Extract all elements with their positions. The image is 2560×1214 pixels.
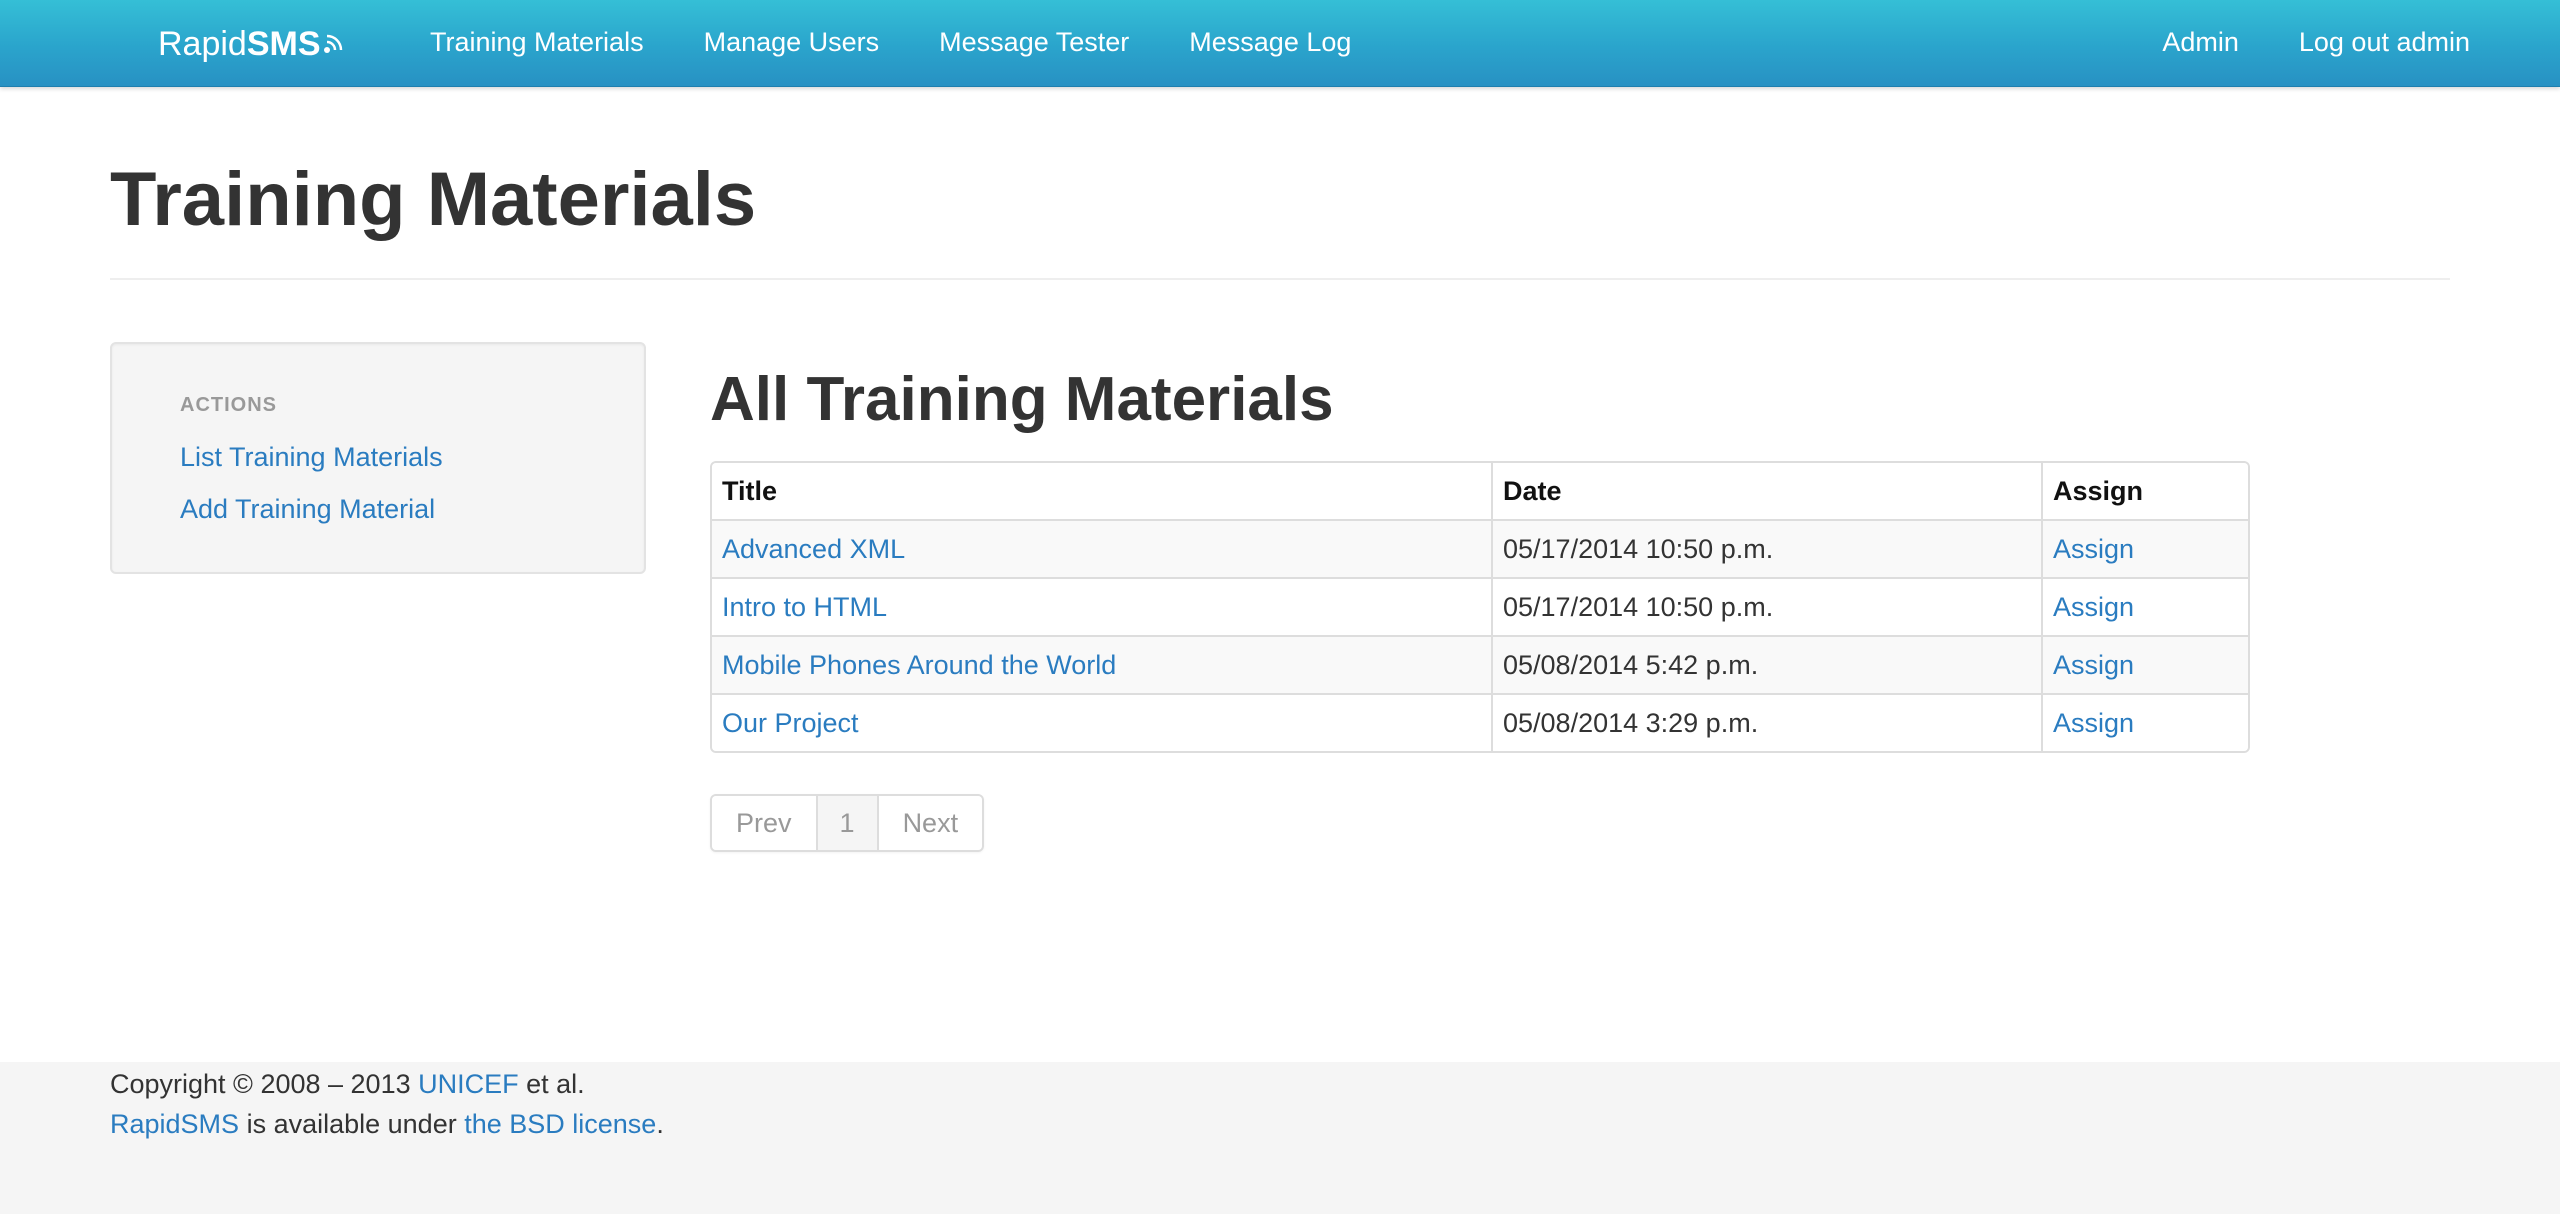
brand-logo[interactable]: Rapid SMS bbox=[158, 22, 345, 66]
top-navbar: Rapid SMS Training Materials Manage Users… bbox=[0, 0, 2560, 87]
footer-et-al-text: et al. bbox=[518, 1069, 585, 1099]
table-row: Our Project 05/08/2014 3:29 p.m. Assign bbox=[712, 693, 2248, 751]
brand-logo-light-text: Rapid bbox=[158, 25, 247, 63]
assign-link[interactable]: Assign bbox=[2053, 708, 2134, 738]
table-cell-date: 05/17/2014 10:50 p.m. bbox=[1491, 519, 2042, 578]
material-title-link[interactable]: Our Project bbox=[722, 708, 859, 738]
table-row: Advanced XML 05/17/2014 10:50 p.m. Assig… bbox=[712, 519, 2248, 578]
pagination-prev-button[interactable]: Prev bbox=[712, 796, 816, 850]
footer-copyright-line: Copyright © 2008 – 2013 UNICEF et al. bbox=[110, 1066, 585, 1102]
material-title-link[interactable]: Mobile Phones Around the World bbox=[722, 650, 1116, 680]
footer-license-text: is available under bbox=[239, 1109, 465, 1139]
assign-link[interactable]: Assign bbox=[2053, 650, 2134, 680]
column-header-title: Title bbox=[712, 463, 1492, 520]
pagination: Prev 1 Next bbox=[710, 794, 985, 852]
table-row: Mobile Phones Around the World 05/08/201… bbox=[712, 635, 2248, 694]
table-cell-date: 05/08/2014 5:42 p.m. bbox=[1491, 635, 2042, 694]
materials-table: Title Date Assign Advanced XML 05/17/201… bbox=[712, 463, 2248, 751]
section-title: All Training Materials bbox=[710, 365, 1334, 434]
actions-sidebar: ACTIONS List Training Materials Add Trai… bbox=[110, 342, 646, 574]
table-cell-date: 05/08/2014 3:29 p.m. bbox=[1491, 693, 2042, 751]
assign-link[interactable]: Assign bbox=[2053, 592, 2134, 622]
pagination-next-button[interactable]: Next bbox=[876, 796, 983, 850]
header-divider bbox=[110, 278, 2450, 280]
pagination-current-page[interactable]: 1 bbox=[815, 796, 877, 850]
table-cell-assign: Assign bbox=[2041, 577, 2248, 636]
signal-waves-icon bbox=[323, 34, 342, 53]
table-cell-date: 05/17/2014 10:50 p.m. bbox=[1491, 577, 2042, 636]
brand-logo-bold-text: SMS bbox=[246, 25, 321, 63]
table-cell-title: Our Project bbox=[712, 693, 1492, 751]
table-cell-title: Mobile Phones Around the World bbox=[712, 635, 1492, 694]
nav-message-tester[interactable]: Message Tester bbox=[909, 0, 1159, 84]
footer-copyright-text: Copyright © 2008 – 2013 bbox=[110, 1069, 419, 1099]
nav-message-log[interactable]: Message Log bbox=[1159, 0, 1381, 84]
main-nav: Training Materials Manage Users Message … bbox=[400, 0, 1381, 84]
table-cell-title: Advanced XML bbox=[712, 519, 1492, 578]
footer-bsd-license-link[interactable]: the BSD license bbox=[464, 1109, 656, 1139]
material-title-link[interactable]: Advanced XML bbox=[722, 534, 905, 564]
table-cell-title: Intro to HTML bbox=[712, 577, 1492, 636]
nav-admin[interactable]: Admin bbox=[2132, 0, 2269, 84]
page-title: Training Materials bbox=[110, 157, 757, 242]
materials-table-container: Title Date Assign Advanced XML 05/17/201… bbox=[710, 461, 2250, 753]
table-row: Intro to HTML 05/17/2014 10:50 p.m. Assi… bbox=[712, 577, 2248, 636]
table-cell-assign: Assign bbox=[2041, 693, 2248, 751]
column-header-assign: Assign bbox=[2041, 463, 2248, 520]
nav-logout[interactable]: Log out admin bbox=[2269, 0, 2500, 84]
material-title-link[interactable]: Intro to HTML bbox=[722, 592, 887, 622]
table-cell-assign: Assign bbox=[2041, 519, 2248, 578]
footer-unicef-link[interactable]: UNICEF bbox=[418, 1069, 519, 1099]
assign-link[interactable]: Assign bbox=[2053, 534, 2134, 564]
nav-training-materials[interactable]: Training Materials bbox=[400, 0, 674, 84]
footer-rapidsms-link[interactable]: RapidSMS bbox=[110, 1109, 239, 1139]
footer-license-line: RapidSMS is available under the BSD lice… bbox=[110, 1106, 664, 1142]
sidebar-link-list-training-materials[interactable]: List Training Materials bbox=[180, 442, 443, 473]
column-header-date: Date bbox=[1491, 463, 2042, 520]
sidebar-header: ACTIONS bbox=[180, 394, 277, 416]
user-nav: Admin Log out admin bbox=[2132, 0, 2500, 84]
sidebar-link-add-training-material[interactable]: Add Training Material bbox=[180, 494, 435, 525]
page-footer: Copyright © 2008 – 2013 UNICEF et al. Ra… bbox=[0, 1062, 2560, 1214]
nav-manage-users[interactable]: Manage Users bbox=[674, 0, 910, 84]
table-cell-assign: Assign bbox=[2041, 635, 2248, 694]
table-header-row: Title Date Assign bbox=[712, 463, 2248, 520]
footer-period-text: . bbox=[656, 1109, 664, 1139]
